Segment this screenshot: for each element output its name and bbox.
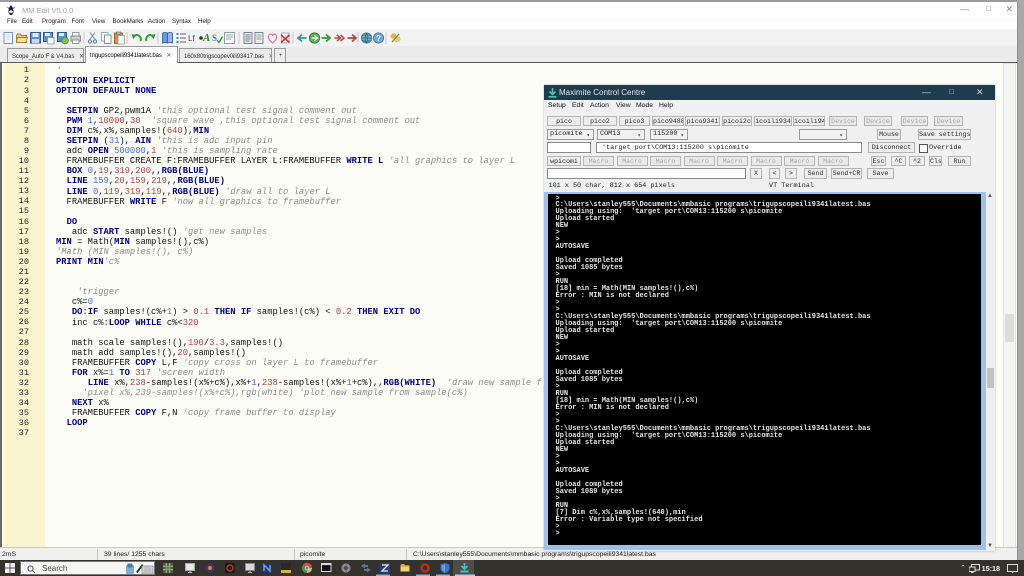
svg-text:?: ? bbox=[376, 34, 381, 43]
svg-text:S: S bbox=[212, 33, 217, 43]
svg-text:Lf: Lf bbox=[188, 34, 195, 43]
svg-text:A: A bbox=[202, 32, 210, 44]
